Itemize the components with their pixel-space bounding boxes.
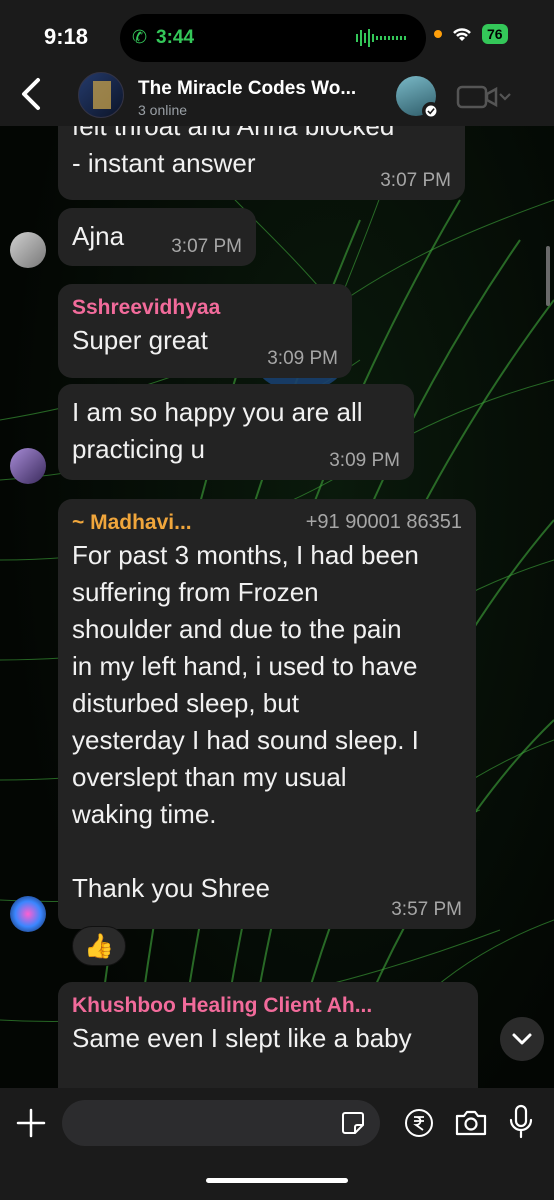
- message-time: 3:07 PM: [171, 236, 242, 257]
- online-count: 3 online: [138, 102, 188, 118]
- message-input[interactable]: [62, 1100, 380, 1146]
- camera-icon[interactable]: [454, 1108, 488, 1138]
- message-bubble[interactable]: ~ Madhavi... +91 90001 86351 For past 3 …: [58, 499, 476, 929]
- mic-indicator-icon: [434, 30, 442, 38]
- plus-icon[interactable]: [16, 1108, 46, 1138]
- message-time: 3:09 PM: [329, 450, 400, 471]
- sender-phone: +91 90001 86351: [305, 511, 462, 533]
- thumbs-up-icon: 👍: [84, 932, 114, 960]
- sticker-icon[interactable]: [340, 1110, 366, 1136]
- message-time: 3:07 PM: [380, 170, 451, 191]
- sender-avatar[interactable]: [10, 232, 46, 268]
- active-call-pill[interactable]: ✆ 3:44: [120, 14, 426, 62]
- thumbs-up-reaction[interactable]: 👍: [72, 926, 126, 966]
- message-bubble[interactable]: Khushboo Healing Client Ah... Same even …: [58, 982, 478, 1102]
- message-text: Same even I slept like a baby: [72, 1023, 412, 1053]
- message-bubble[interactable]: Sshreevidhyaa Super great 3:09 PM: [58, 284, 352, 378]
- status-icons: 76: [434, 24, 508, 44]
- call-duration: 3:44: [156, 27, 195, 48]
- wifi-icon: [453, 28, 471, 41]
- microphone-icon[interactable]: [508, 1104, 534, 1140]
- message-time: 3:57 PM: [391, 899, 462, 920]
- battery-level: 76: [482, 24, 508, 44]
- group-avatar[interactable]: [78, 72, 124, 118]
- message-bubble[interactable]: I am so happy you are all practicing u 3…: [58, 384, 414, 480]
- chat-header: The Miracle Codes Wo... 3 online: [0, 62, 554, 126]
- message-input-bar: [0, 1088, 554, 1200]
- rupee-payment-icon[interactable]: [404, 1108, 434, 1138]
- sender-avatar[interactable]: [10, 896, 46, 932]
- sender-name[interactable]: Sshreevidhyaa: [72, 294, 338, 322]
- chat-title[interactable]: The Miracle Codes Wo...: [138, 78, 390, 100]
- phone-icon: ✆: [132, 27, 148, 47]
- check-badge-icon: [422, 102, 440, 120]
- video-call-icon[interactable]: [456, 84, 516, 110]
- back-chevron-icon[interactable]: [16, 76, 46, 112]
- message-bubble[interactable]: Ajna 3:07 PM: [58, 208, 256, 266]
- clock: 9:18: [44, 24, 89, 49]
- message-time: 3:09 PM: [267, 348, 338, 369]
- scroll-to-bottom-button[interactable]: [500, 1017, 544, 1061]
- home-indicator[interactable]: [206, 1178, 348, 1183]
- message-text: For past 3 months, I had been suffering …: [72, 540, 419, 903]
- sender-name[interactable]: Khushboo Healing Client Ah...: [72, 992, 464, 1020]
- member-avatar[interactable]: [396, 76, 440, 120]
- audio-waveform-icon: [356, 29, 406, 47]
- sender-avatar[interactable]: [10, 448, 46, 484]
- scrollbar[interactable]: [546, 246, 550, 306]
